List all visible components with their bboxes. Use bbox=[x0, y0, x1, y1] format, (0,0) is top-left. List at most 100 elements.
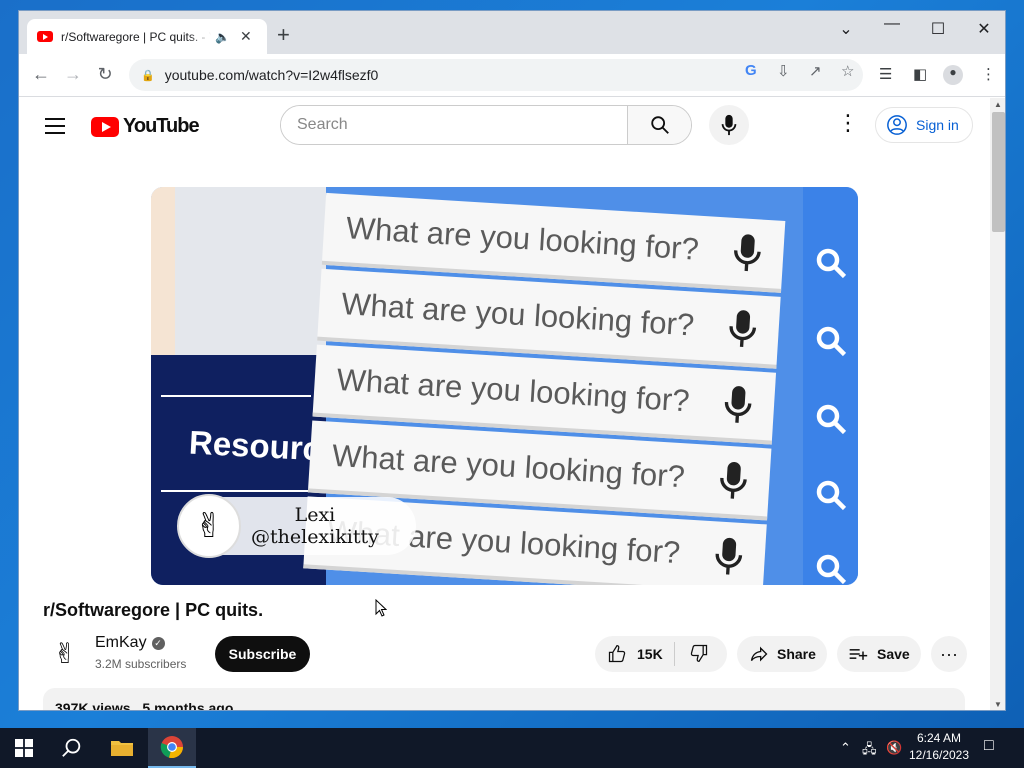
network-icon[interactable]: 🖧 bbox=[862, 740, 877, 762]
search-icon bbox=[816, 248, 847, 279]
video-title: r/Softwaregore | PC quits. bbox=[43, 600, 264, 620]
windows-logo-icon bbox=[15, 739, 33, 757]
maximize-button[interactable]: ☐ bbox=[915, 19, 961, 39]
tray-overflow-chevron-icon[interactable]: ⌃ bbox=[840, 740, 851, 756]
search-input[interactable] bbox=[281, 106, 627, 144]
subscriber-count: 3.2M subscribers bbox=[95, 657, 187, 671]
settings-more-icon[interactable]: ⋮ bbox=[837, 112, 859, 134]
microphone-icon bbox=[720, 461, 747, 499]
microphone-icon bbox=[721, 114, 737, 136]
search-icon bbox=[816, 404, 847, 435]
thumbnail-left-panel bbox=[151, 187, 326, 355]
channel-name-link[interactable]: EmKay ✓ bbox=[95, 634, 165, 652]
share-arrow-icon bbox=[750, 646, 768, 662]
microphone-icon bbox=[724, 386, 752, 423]
view-count: 397K views bbox=[55, 700, 131, 711]
chrome-taskbar-button[interactable] bbox=[148, 728, 196, 768]
youtube-page: YouTube ⋮ Sign in bbox=[19, 98, 989, 711]
microphone-icon bbox=[734, 234, 761, 272]
share-button[interactable]: Share bbox=[737, 636, 827, 672]
verified-check-icon: ✓ bbox=[151, 636, 165, 650]
account-circle-icon bbox=[887, 115, 907, 135]
video-blue-strip bbox=[803, 187, 858, 585]
clock-time: 6:24 AM bbox=[916, 731, 962, 745]
dislike-button[interactable] bbox=[675, 643, 709, 666]
browser-tab-youtube[interactable]: r/Softwaregore | PC quits. - YouTube 🔈 ✕ bbox=[27, 19, 267, 54]
thumbs-up-icon bbox=[608, 645, 626, 663]
search-button[interactable] bbox=[627, 106, 691, 144]
save-button[interactable]: Save bbox=[837, 636, 921, 672]
google-translate-icon[interactable]: G bbox=[745, 62, 757, 79]
sign-in-label: Sign in bbox=[916, 117, 959, 133]
search-icon bbox=[816, 554, 847, 585]
notifications-icon[interactable]: □ bbox=[984, 737, 994, 755]
reload-icon[interactable]: ↻ bbox=[93, 64, 117, 85]
speaker-icon[interactable]: 🔈 bbox=[215, 30, 230, 44]
new-tab-button[interactable]: + bbox=[277, 24, 290, 46]
like-button[interactable]: 15K bbox=[595, 642, 675, 666]
search-taskbar-button[interactable] bbox=[48, 728, 96, 768]
microphone-icon bbox=[715, 537, 743, 575]
forward-arrow-icon[interactable]: → bbox=[61, 64, 85, 85]
description-box[interactable]: 397K views 5 months ago bbox=[43, 688, 965, 711]
install-app-icon[interactable]: ⇩ bbox=[777, 62, 790, 80]
tab-strip: r/Softwaregore | PC quits. - YouTube 🔈 ✕… bbox=[19, 11, 1005, 54]
system-clock[interactable]: 6:24 AM 12/16/2023 bbox=[906, 730, 972, 764]
share-page-icon[interactable]: ↗ bbox=[809, 62, 822, 80]
youtube-play-icon bbox=[91, 116, 119, 137]
mouse-cursor-icon bbox=[375, 599, 387, 617]
search-icon bbox=[816, 326, 847, 357]
thumbnail-left-strip bbox=[151, 187, 175, 355]
volume-muted-icon[interactable]: 🔇 bbox=[886, 740, 902, 756]
clock-date: 12/16/2023 bbox=[908, 748, 970, 762]
sign-in-button[interactable]: Sign in bbox=[875, 107, 973, 143]
video-overlay-resource-text: Resourc bbox=[188, 423, 322, 468]
side-panel-icon[interactable]: ◧ bbox=[913, 65, 927, 83]
watermark-handle: @thelexikitty bbox=[251, 526, 379, 548]
start-button[interactable] bbox=[0, 728, 48, 768]
scroll-up-arrow-icon[interactable]: ▲ bbox=[994, 100, 1002, 109]
youtube-favicon-icon bbox=[37, 31, 53, 42]
browser-window: r/Softwaregore | PC quits. - YouTube 🔈 ✕… bbox=[18, 10, 1006, 711]
profile-avatar-icon[interactable]: ● bbox=[943, 65, 963, 85]
channel-avatar[interactable]: ✌ bbox=[45, 633, 85, 673]
microphone-icon bbox=[729, 310, 757, 347]
chrome-menu-icon[interactable]: ⋮ bbox=[981, 65, 996, 83]
search-bar bbox=[280, 105, 692, 145]
lock-icon[interactable]: 🔒 bbox=[141, 69, 155, 82]
channel-name[interactable]: EmKay bbox=[95, 634, 147, 652]
search-icon bbox=[650, 116, 669, 134]
minimize-button[interactable]: — bbox=[869, 15, 915, 33]
page-scrollbar[interactable]: ▲ ▼ bbox=[990, 98, 1005, 710]
chrome-icon bbox=[160, 736, 184, 759]
close-window-button[interactable]: ✕ bbox=[961, 19, 1005, 39]
bookmark-star-icon[interactable]: ☆ bbox=[841, 62, 854, 80]
tab-search-chevron-icon[interactable]: ⌄ bbox=[823, 19, 869, 39]
peace-hand-icon: ✌ bbox=[177, 494, 241, 558]
more-actions-button[interactable]: ··· bbox=[931, 636, 967, 672]
taskbar: ⌃ 🖧 🔇 6:24 AM 12/16/2023 □ bbox=[0, 728, 1024, 768]
hamburger-menu-icon[interactable] bbox=[45, 118, 65, 139]
folder-icon bbox=[111, 741, 133, 756]
file-explorer-button[interactable] bbox=[98, 728, 146, 768]
creator-watermark: ✌ Lexi @thelexikitty bbox=[177, 494, 416, 558]
media-controls-icon[interactable]: ☰ bbox=[879, 65, 892, 83]
browser-toolbar: ← → ↻ 🔒 youtube.com/watch?v=I2w4flsezf0 … bbox=[19, 54, 1005, 97]
playlist-add-icon bbox=[849, 649, 868, 660]
upload-age: 5 months ago bbox=[142, 700, 234, 711]
subscribe-button[interactable]: Subscribe bbox=[215, 636, 310, 672]
search-icon bbox=[816, 480, 847, 511]
url-text[interactable]: youtube.com/watch?v=I2w4flsezf0 bbox=[165, 67, 379, 83]
like-count: 15K bbox=[637, 646, 663, 662]
scroll-down-arrow-icon[interactable]: ▼ bbox=[994, 700, 1002, 709]
youtube-logo[interactable]: YouTube bbox=[91, 115, 200, 138]
back-arrow-icon[interactable]: ← bbox=[29, 64, 53, 85]
scrollbar-thumb[interactable] bbox=[992, 112, 1005, 232]
search-icon bbox=[62, 738, 81, 757]
voice-search-button[interactable] bbox=[709, 105, 749, 145]
close-tab-icon[interactable]: ✕ bbox=[240, 28, 252, 45]
watermark-name: Lexi bbox=[294, 504, 336, 526]
like-dislike-group: 15K bbox=[595, 636, 727, 672]
thumbs-down-icon bbox=[690, 644, 708, 662]
video-player[interactable]: Resourc What are you looking for? What a… bbox=[151, 187, 858, 585]
